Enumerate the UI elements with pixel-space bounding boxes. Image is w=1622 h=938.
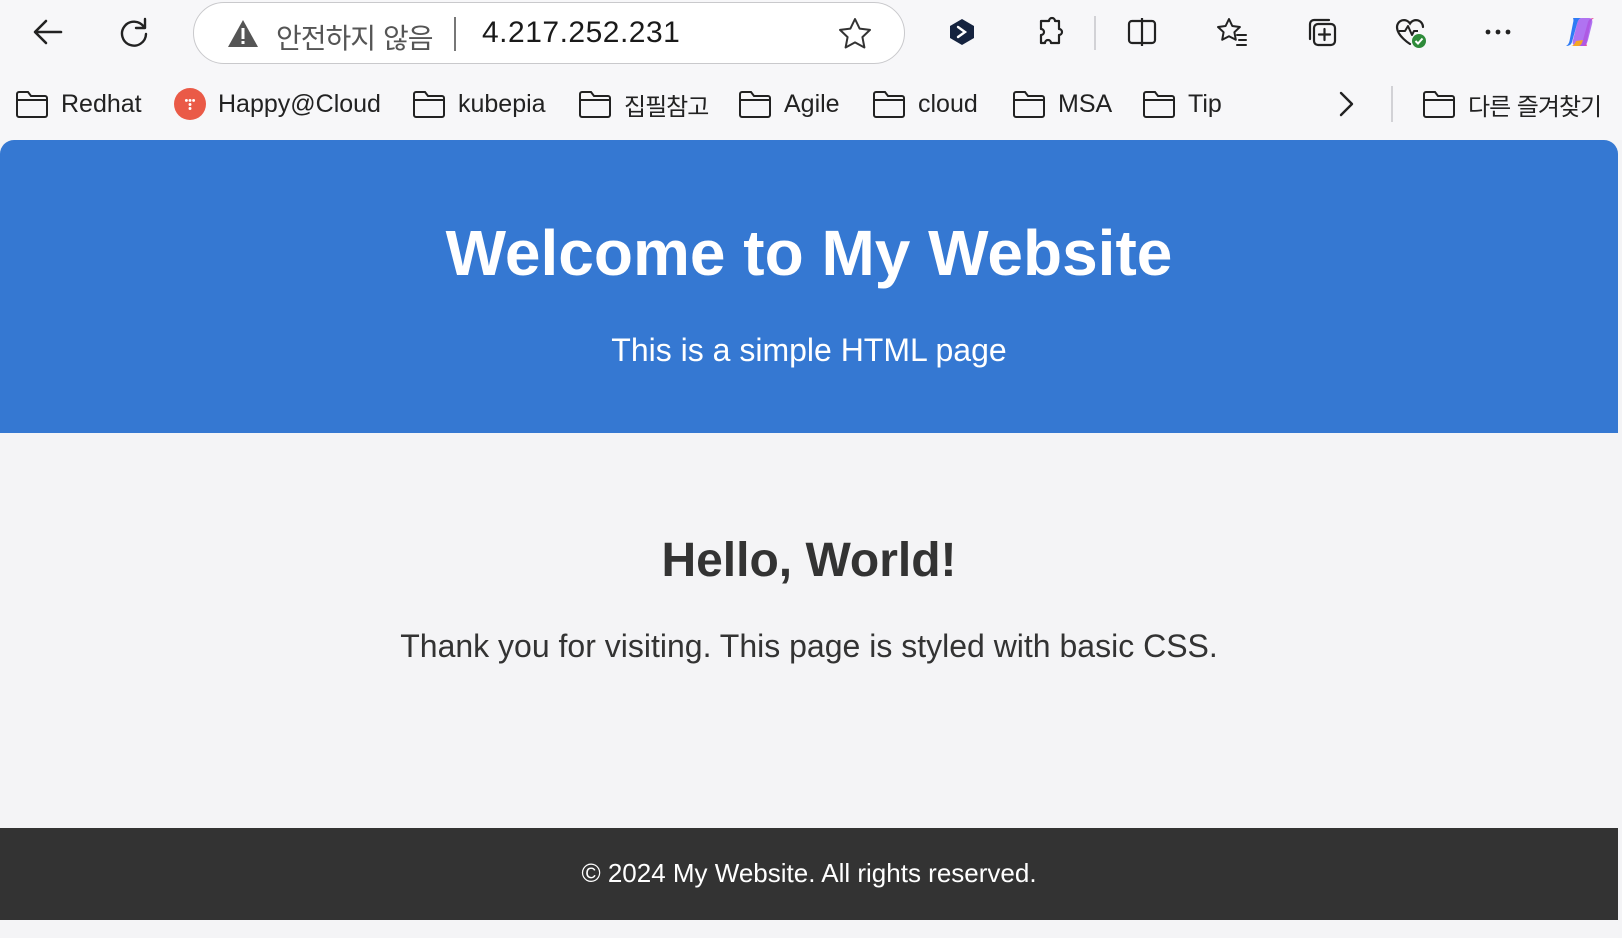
- chevron-right-icon[interactable]: [1330, 88, 1362, 120]
- bookmark-label: Happy@Cloud: [218, 89, 381, 118]
- split-screen-icon: [1127, 18, 1157, 46]
- bookmark-tip[interactable]: Tip: [1142, 80, 1222, 128]
- page-header: Welcome to My Website This is a simple H…: [0, 140, 1618, 433]
- folder-icon: [579, 91, 611, 118]
- address-separator: [454, 17, 456, 51]
- other-bookmarks-label: 다른 즐겨찾기: [1468, 92, 1602, 121]
- main-heading: Hello, World!: [661, 534, 957, 587]
- bookmark-msa[interactable]: MSA: [1012, 80, 1112, 128]
- collections-button[interactable]: [1298, 8, 1346, 56]
- back-arrow-icon: [33, 19, 63, 45]
- bookmarks-separator: [1391, 86, 1393, 122]
- favorites-button[interactable]: [1208, 8, 1256, 56]
- folder-icon: [739, 91, 771, 118]
- more-menu-button[interactable]: [1474, 8, 1522, 56]
- back-button[interactable]: [24, 8, 72, 56]
- bookmark-redhat[interactable]: Redhat: [15, 80, 142, 128]
- folder-icon: [1143, 91, 1175, 118]
- web-page: Welcome to My Website This is a simple H…: [0, 140, 1620, 938]
- refresh-icon: [120, 17, 148, 47]
- puzzle-icon: [1039, 16, 1064, 45]
- bookmark-writing-reference[interactable]: 집필참고: [578, 80, 709, 128]
- bookmark-label: MSA: [1058, 89, 1113, 118]
- browser-essentials-button[interactable]: [1386, 8, 1434, 56]
- main-content: Hello, World! Thank you for visiting. Th…: [0, 433, 1618, 828]
- address-bar[interactable]: 안전하지 않음 4.217.252.231: [193, 2, 905, 64]
- page-footer: © 2024 My Website. All rights reserved.: [0, 828, 1618, 920]
- copilot-icon: [1566, 18, 1594, 46]
- bookmark-label: cloud: [918, 89, 978, 118]
- folder-icon: [413, 91, 445, 118]
- warning-icon[interactable]: [226, 17, 260, 51]
- security-label[interactable]: 안전하지 않음: [276, 17, 433, 57]
- folder-icon: [1013, 91, 1045, 118]
- toolbar-separator: [1094, 16, 1096, 50]
- more-dots-icon: [1485, 29, 1511, 35]
- extension-button[interactable]: [938, 8, 986, 56]
- bookmark-label: kubepia: [458, 89, 546, 118]
- happy-cloud-favicon-icon: [174, 88, 206, 120]
- bookmark-cloud[interactable]: cloud: [872, 80, 978, 128]
- bookmark-label: Redhat: [61, 89, 142, 118]
- heart-pulse-icon: [1395, 19, 1426, 48]
- bookmarks-bar: Redhat Happy@Cloud kubepia 집필참고 Agile cl…: [0, 80, 1622, 128]
- browser-chrome: 안전하지 않음 4.217.252.231 Redhat Happy@Cloud…: [0, 0, 1622, 140]
- favorites-list-icon: [1217, 18, 1247, 46]
- folder-icon: [1423, 91, 1455, 118]
- url-text[interactable]: 4.217.252.231: [482, 16, 680, 50]
- footer-text: © 2024 My Website. All rights reserved.: [581, 858, 1037, 888]
- split-screen-button[interactable]: [1118, 8, 1166, 56]
- refresh-button[interactable]: [110, 8, 158, 56]
- folder-icon: [16, 91, 48, 118]
- bookmark-happy-cloud[interactable]: Happy@Cloud: [174, 80, 381, 128]
- bookmark-label: 집필참고: [624, 92, 709, 121]
- other-bookmarks[interactable]: 다른 즐겨찾기: [1422, 80, 1602, 128]
- folder-icon: [873, 91, 905, 118]
- copilot-button[interactable]: [1556, 8, 1604, 56]
- bookmark-kubepia[interactable]: kubepia: [412, 80, 546, 128]
- main-text: Thank you for visiting. This page is sty…: [400, 628, 1218, 664]
- bookmark-label: Tip: [1188, 89, 1222, 118]
- collections-icon: [1308, 18, 1337, 47]
- extension-hexagon-icon: [950, 19, 974, 45]
- header-subtitle: This is a simple HTML page: [611, 332, 1007, 368]
- bookmark-agile[interactable]: Agile: [738, 80, 840, 128]
- extensions-button[interactable]: [1026, 8, 1074, 56]
- browser-toolbar: 안전하지 않음 4.217.252.231: [0, 0, 1622, 66]
- bookmark-label: Agile: [784, 89, 840, 118]
- header-title: Welcome to My Website: [445, 217, 1173, 289]
- favorite-star-icon[interactable]: [836, 15, 874, 53]
